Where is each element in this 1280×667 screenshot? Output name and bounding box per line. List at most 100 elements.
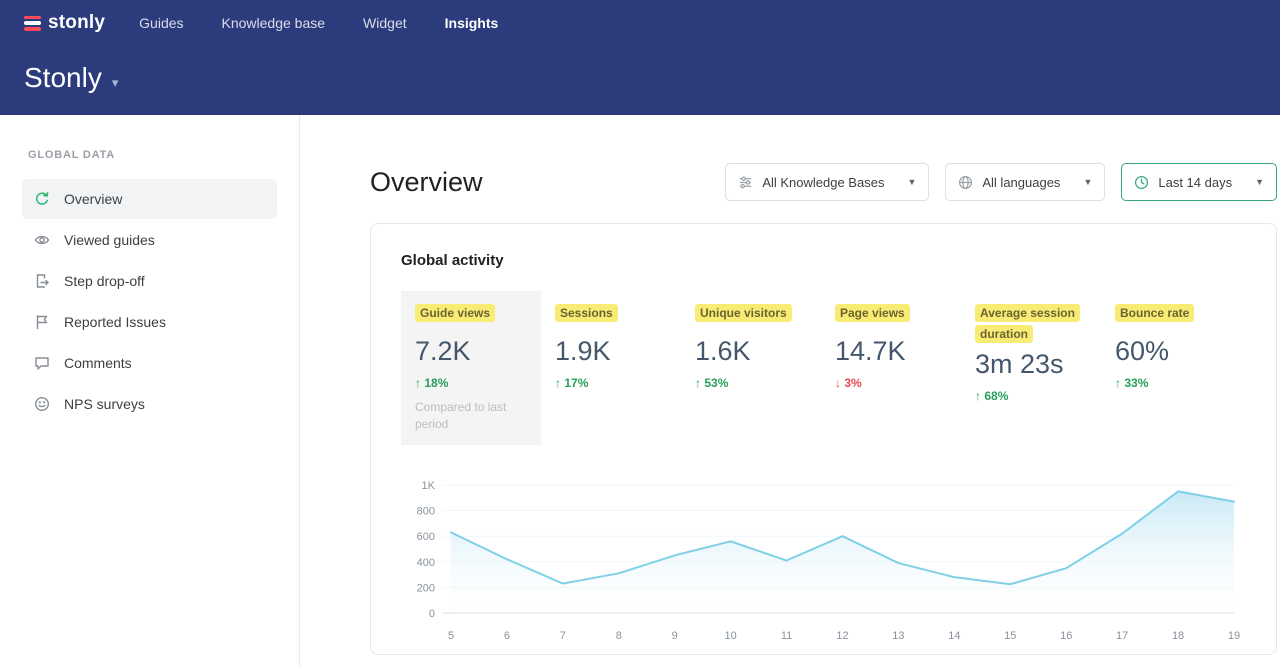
metrics-row: Guide views 7.2K ↑ 18% Compared to last … [401,291,1246,445]
metric-sessions[interactable]: Sessions 1.9K ↑ 17% [541,291,681,445]
workspace-selector[interactable]: Stonly ▾ [24,62,1280,94]
svg-text:18: 18 [1172,630,1184,642]
stonly-logo[interactable]: stonly [24,12,105,34]
arrow-up-icon: ↑ [1115,376,1121,390]
svg-text:1K: 1K [422,480,436,492]
svg-text:16: 16 [1060,630,1072,642]
chart-container: 02004006008001K5678910111213141516171819 [401,471,1246,649]
global-activity-card: Global activity Guide views 7.2K ↑ 18% C… [370,223,1277,655]
filter-label: Last 14 days [1158,175,1232,190]
sidebar-item-label: Comments [64,355,132,371]
filter-label: All languages [982,175,1060,190]
metric-value: 7.2K [415,336,529,367]
svg-text:9: 9 [672,630,678,642]
sidebar-item-nps-surveys[interactable]: NPS surveys [22,384,277,424]
stonly-logo-text: stonly [48,12,105,34]
language-filter[interactable]: All languages ▼ [945,163,1105,201]
metric-delta: ↑ 53% [695,376,809,390]
metric-average-session-duration[interactable]: Average session duration 3m 23s ↑ 68% [961,291,1101,445]
metric-value: 14.7K [835,336,949,367]
metric-label: Sessions [555,304,618,322]
metric-delta: ↑ 18% [415,376,529,390]
metric-label: Page views [835,304,910,322]
nav-item-insights[interactable]: Insights [445,15,499,31]
svg-text:0: 0 [429,608,435,620]
sidebar: GLOBAL DATA Overview Viewed guides Step … [0,115,300,667]
sidebar-item-label: NPS surveys [64,396,145,412]
nav-item-guides[interactable]: Guides [139,15,183,31]
svg-text:400: 400 [417,556,435,568]
nav-item-knowledge-base[interactable]: Knowledge base [222,15,326,31]
svg-text:12: 12 [836,630,848,642]
svg-text:5: 5 [448,630,454,642]
arrow-up-icon: ↑ [415,376,421,390]
metric-bounce-rate[interactable]: Bounce rate 60% ↑ 33% [1101,291,1241,445]
chevron-down-icon: ▼ [907,177,916,187]
sidebar-item-label: Viewed guides [64,232,155,248]
comment-icon [34,355,50,371]
sidebar-item-reported-issues[interactable]: Reported Issues [22,302,277,342]
metric-label: Unique visitors [695,304,792,322]
sidebar-item-viewed-guides[interactable]: Viewed guides [22,220,277,260]
sidebar-item-label: Reported Issues [64,314,166,330]
svg-text:14: 14 [948,630,960,642]
arrow-up-icon: ↑ [695,376,701,390]
metric-page-views[interactable]: Page views 14.7K ↓ 3% [821,291,961,445]
svg-text:19: 19 [1228,630,1240,642]
metric-delta: ↑ 17% [555,376,669,390]
nav-item-widget[interactable]: Widget [363,15,407,31]
sidebar-section-label: GLOBAL DATA [28,149,277,161]
filter-label: All Knowledge Bases [762,175,884,190]
top-header: stonly Guides Knowledge base Widget Insi… [0,0,1280,115]
svg-text:600: 600 [417,531,435,543]
metric-delta: ↑ 33% [1115,376,1229,390]
sidebar-item-label: Step drop-off [64,273,145,289]
nav-items: Guides Knowledge base Widget Insights [139,15,498,31]
svg-text:10: 10 [725,630,737,642]
sliders-icon [738,175,753,190]
metric-value: 3m 23s [975,349,1089,380]
page-title: Overview [370,167,483,198]
chevron-down-icon: ▼ [1083,177,1092,187]
stonly-logo-icon [24,16,41,31]
top-navigation: stonly Guides Knowledge base Widget Insi… [24,0,1280,38]
globe-icon [958,175,973,190]
knowledge-base-filter[interactable]: All Knowledge Bases ▼ [725,163,929,201]
metric-value: 1.9K [555,336,669,367]
date-range-filter[interactable]: Last 14 days ▼ [1121,163,1277,201]
svg-text:11: 11 [781,630,792,642]
refresh-icon [34,191,50,207]
flag-icon [34,314,50,330]
metric-value: 1.6K [695,336,809,367]
metric-value: 60% [1115,336,1229,367]
metric-label: Average session duration [975,304,1080,343]
sidebar-item-comments[interactable]: Comments [22,343,277,383]
sidebar-item-step-drop-off[interactable]: Step drop-off [22,261,277,301]
svg-text:17: 17 [1116,630,1128,642]
svg-text:800: 800 [417,505,435,517]
svg-text:7: 7 [560,630,566,642]
svg-text:13: 13 [892,630,904,642]
step-drop-off-icon [34,273,50,289]
chevron-down-icon: ▾ [112,75,119,91]
metric-label: Bounce rate [1115,304,1194,322]
metric-delta: ↑ 68% [975,389,1089,403]
smiley-icon [34,396,50,412]
svg-text:6: 6 [504,630,510,642]
sidebar-item-label: Overview [64,191,122,207]
main-content: Overview All Knowledge Bases ▼ All lan [300,115,1280,667]
metric-note: Compared to last period [415,399,529,433]
eye-icon [34,232,50,248]
metric-guide-views[interactable]: Guide views 7.2K ↑ 18% Compared to last … [401,291,541,445]
arrow-down-icon: ↓ [835,376,841,390]
arrow-up-icon: ↑ [555,376,561,390]
workspace-name: Stonly [24,62,102,94]
sidebar-item-overview[interactable]: Overview [22,179,277,219]
metric-delta: ↓ 3% [835,376,949,390]
chevron-down-icon: ▼ [1255,177,1264,187]
card-title: Global activity [401,252,1246,269]
global-activity-chart: 02004006008001K5678910111213141516171819 [401,471,1246,649]
arrow-up-icon: ↑ [975,389,981,403]
filters: All Knowledge Bases ▼ All languages ▼ La… [725,163,1277,201]
metric-unique-visitors[interactable]: Unique visitors 1.6K ↑ 53% [681,291,821,445]
